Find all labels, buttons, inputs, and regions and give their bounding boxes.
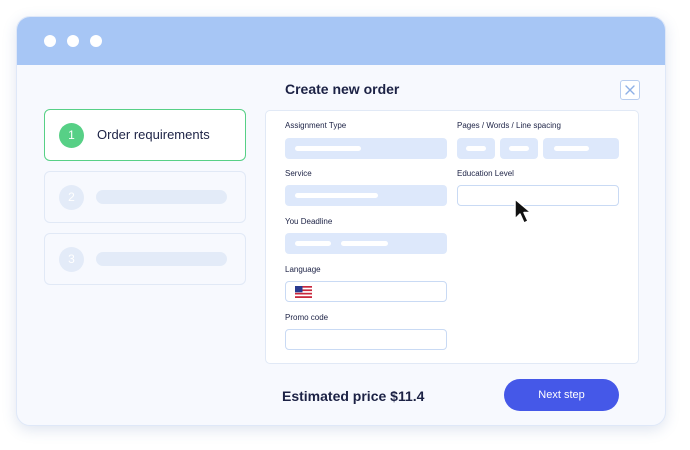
window-dot-2[interactable] [67,35,79,47]
language-select[interactable] [285,281,447,302]
language-label: Language [285,265,321,274]
education-level-select[interactable] [457,185,619,206]
promo-code-input[interactable] [285,329,447,350]
step-order-requirements[interactable]: 1 Order requirements [44,109,246,161]
deadline-label: You Deadline [285,217,333,226]
education-level-label: Education Level [457,169,514,178]
service-value-placeholder [295,193,378,198]
service-label: Service [285,169,312,178]
assignment-type-select[interactable] [285,138,447,159]
line-spacing-value-placeholder [554,146,589,151]
step-2[interactable]: 2 [44,171,246,223]
step-3[interactable]: 3 [44,233,246,285]
us-flag-icon [295,286,312,298]
promo-label: Promo code [285,313,329,322]
step-number-2: 2 [59,185,84,210]
deadline-select[interactable] [285,233,447,254]
assignment-type-value-placeholder [295,146,361,151]
close-icon [625,85,635,95]
step-label-1: Order requirements [97,127,210,142]
next-step-button[interactable]: Next step [504,379,619,411]
estimated-price: Estimated price $11.4 [282,388,425,404]
window-titlebar [17,17,665,65]
deadline-time-placeholder [341,241,388,246]
words-value-placeholder [509,146,529,151]
step-label-placeholder-2 [96,190,227,204]
mouse-pointer-icon [514,198,532,224]
step-label-placeholder-3 [96,252,227,266]
close-button[interactable] [620,80,640,100]
pages-select[interactable] [457,138,495,159]
words-select[interactable] [500,138,538,159]
order-form: Assignment Type Service You Deadline Lan… [265,110,639,364]
pages-value-placeholder [466,146,486,151]
deadline-date-placeholder [295,241,331,246]
step-number-3: 3 [59,247,84,272]
assignment-type-label: Assignment Type [285,121,347,130]
line-spacing-select[interactable] [543,138,619,159]
pages-label: Pages / Words / Line spacing [457,121,561,130]
window-dot-3[interactable] [90,35,102,47]
page-title: Create new order [285,81,400,97]
order-window: Create new order 1 Order requirements 2 … [16,16,666,426]
step-number-1: 1 [59,123,84,148]
service-select[interactable] [285,185,447,206]
window-dot-1[interactable] [44,35,56,47]
